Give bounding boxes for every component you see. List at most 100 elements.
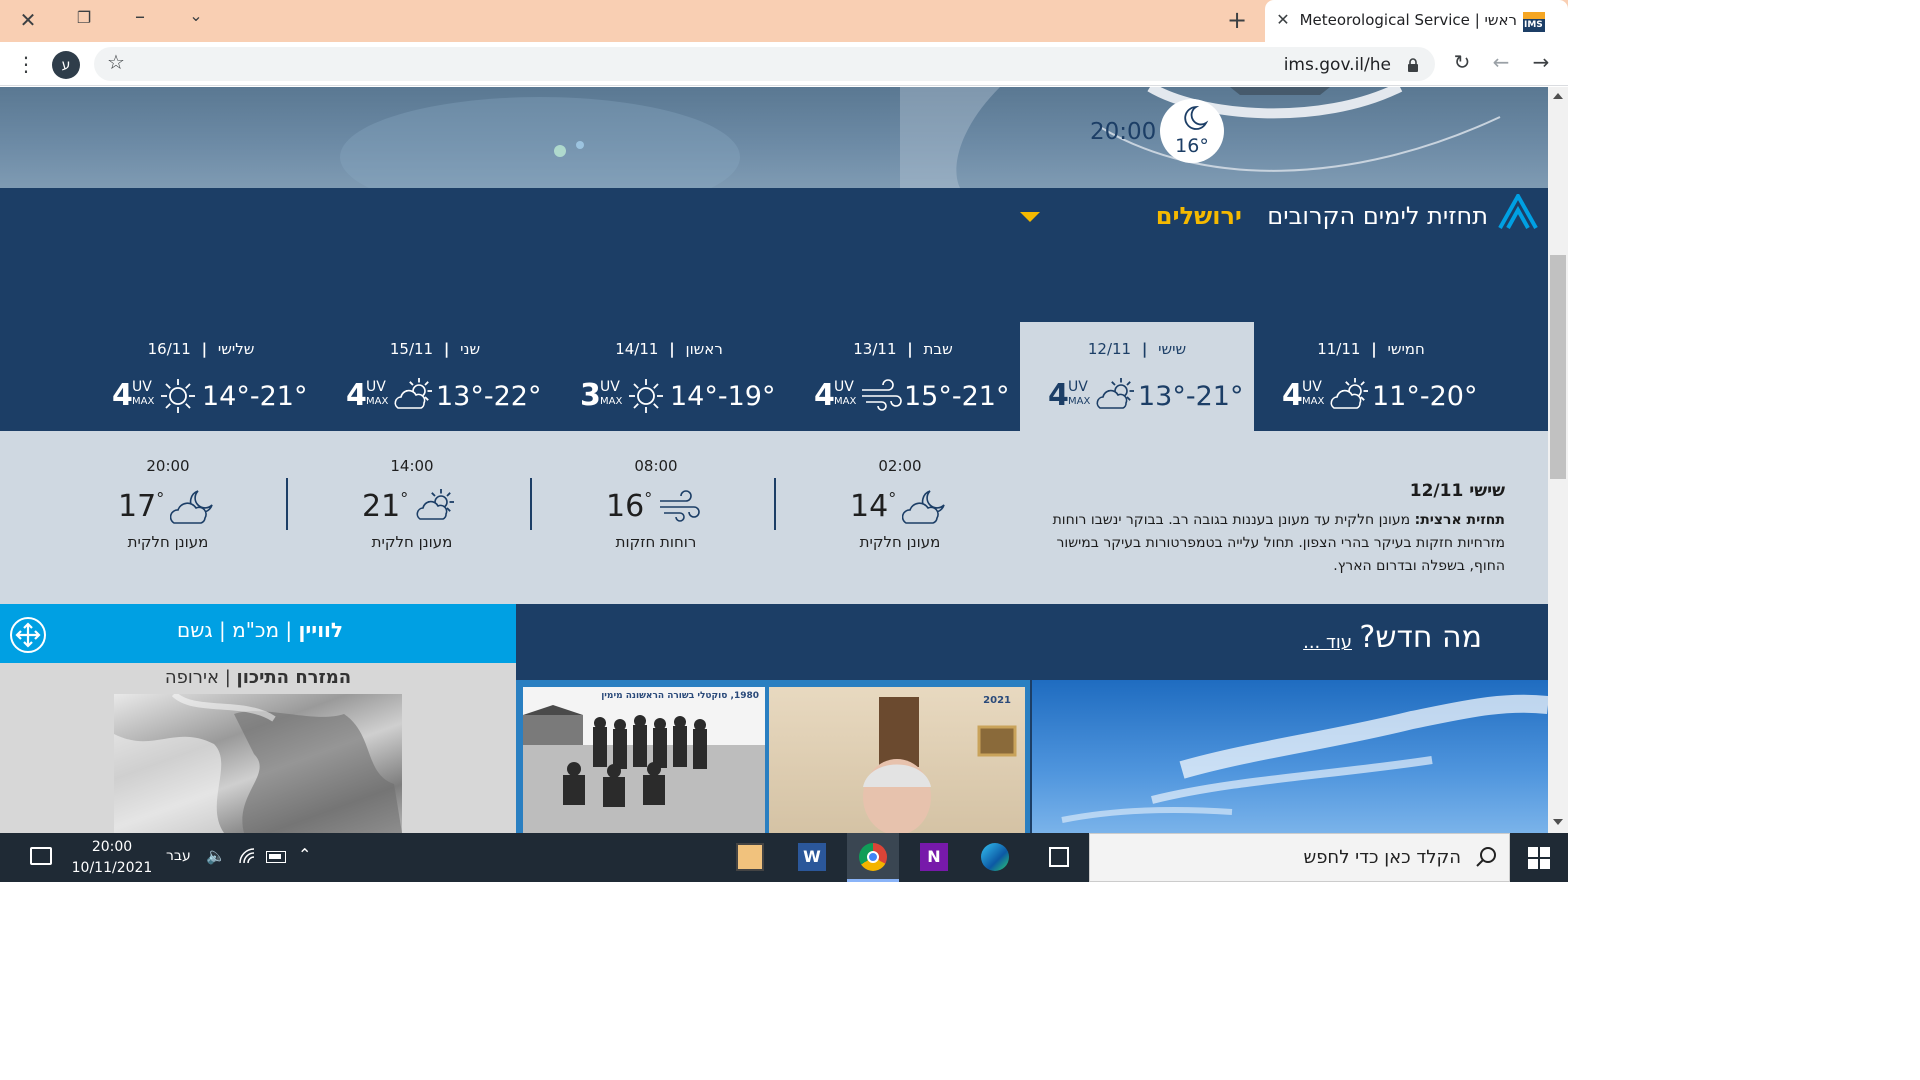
day-summary: 4 UV MAX 11°-20° bbox=[1254, 378, 1488, 418]
hour-desc: רוחות חזקות bbox=[615, 533, 697, 551]
day-header: שלישי | 16/11 bbox=[147, 340, 255, 358]
forecast-day-3[interactable]: ראשון | 14/11 3 UV MAX 14°-19° bbox=[552, 322, 786, 431]
temp-range: 13°-21° bbox=[1138, 381, 1244, 412]
bookmark-star-icon[interactable]: ☆ bbox=[102, 50, 130, 74]
forecast-day-2[interactable]: שבת | 13/11 4 UV MAX 15°-21° bbox=[786, 322, 1020, 431]
scrollbar-thumb[interactable] bbox=[1550, 255, 1566, 479]
news-section: מה חדש? עוד ... 1980, סוקטלי בשורה הראשו… bbox=[516, 604, 1548, 833]
tray-chevron-icon[interactable]: ⌃ bbox=[298, 845, 311, 864]
day-summary: 4 UV MAX 15°-21° bbox=[786, 378, 1020, 418]
partly-cloudy-icon bbox=[1094, 376, 1138, 416]
close-window-icon[interactable]: ✕ bbox=[14, 8, 42, 32]
taskbar-app-chrome-icon[interactable] bbox=[847, 833, 899, 882]
tab-radar[interactable]: מכ"מ bbox=[232, 618, 279, 642]
radar-tabs: לוויין | מכ"מ | גשם bbox=[176, 618, 344, 642]
hour-slot-1: 08:00 16° רוחות חזקות bbox=[534, 431, 778, 604]
sky-photo[interactable] bbox=[1032, 680, 1548, 833]
profile-avatar[interactable]: ע bbox=[52, 51, 80, 79]
task-view-icon[interactable] bbox=[1049, 847, 1069, 867]
taskbar-app-edge-icon[interactable] bbox=[981, 843, 1009, 871]
menu-kebab-icon[interactable]: ⋮ bbox=[14, 52, 38, 76]
scroll-down-icon[interactable] bbox=[1553, 819, 1563, 825]
forward-arrow-icon[interactable]: → bbox=[1529, 50, 1553, 74]
hour-temp: 14° bbox=[850, 489, 897, 524]
hour-temp: 16° bbox=[606, 489, 653, 524]
region-europe[interactable]: אירופה bbox=[165, 667, 219, 688]
hour-divider bbox=[286, 478, 288, 530]
news-more-link[interactable]: עוד ... bbox=[1296, 632, 1352, 653]
back-arrow-icon[interactable]: ← bbox=[1489, 50, 1513, 74]
day-header: ראשון | 14/11 bbox=[615, 340, 723, 358]
region-middle-east[interactable]: המזרח התיכון bbox=[237, 667, 352, 688]
hero-time: 20:00 bbox=[1090, 119, 1157, 145]
tab-satellite[interactable]: לוויין bbox=[299, 618, 343, 642]
cloud-moon-icon bbox=[170, 487, 216, 529]
hero-weather-badge: 16° bbox=[1160, 99, 1224, 163]
news-card-photos[interactable]: 1980, סוקטלי בשורה הראשונה מימין 2021 bbox=[516, 680, 1030, 833]
page-scrollbar[interactable] bbox=[1548, 87, 1568, 833]
uv-max-label: MAX bbox=[1068, 396, 1091, 407]
forecast-day-4[interactable]: שני | 15/11 4 UV MAX 13°-22° bbox=[318, 322, 552, 431]
day-name: חמישי bbox=[1387, 340, 1425, 358]
hour-divider bbox=[530, 478, 532, 530]
wifi-icon[interactable] bbox=[238, 847, 258, 865]
reload-icon[interactable]: ↻ bbox=[1450, 50, 1474, 74]
partly-cloudy-icon bbox=[392, 376, 436, 416]
scroll-up-icon[interactable] bbox=[1553, 93, 1563, 99]
taskbar-app-photos-icon[interactable] bbox=[736, 843, 764, 871]
windows-start-icon[interactable] bbox=[1528, 847, 1550, 869]
web-page: 20:00 16° תחזית לימים הקרובים ירושלים חמ… bbox=[0, 87, 1548, 833]
restore-window-icon[interactable]: ❐ bbox=[70, 8, 98, 27]
url-text[interactable]: ims.gov.il/he bbox=[1284, 55, 1391, 75]
partly-cloudy-icon bbox=[1328, 376, 1372, 416]
hour-desc: מעונן חלקית bbox=[371, 533, 453, 551]
language-indicator[interactable]: עבר bbox=[166, 848, 191, 864]
hour-divider bbox=[774, 478, 776, 530]
hour-slot-2: 14:00 21° מעונן חלקית bbox=[290, 431, 534, 604]
forecast-day-0[interactable]: חמישי | 11/11 4 UV MAX 11°-20° bbox=[1254, 322, 1488, 431]
temp-range: 15°-21° bbox=[904, 381, 1010, 412]
taskbar-search[interactable]: הקלד כאן כדי לחפש bbox=[1089, 833, 1510, 882]
close-tab-icon[interactable]: ✕ bbox=[1273, 10, 1293, 29]
forecast-section: תחזית לימים הקרובים ירושלים חמישי | 11/1… bbox=[0, 188, 1548, 431]
city-name[interactable]: ירושלים bbox=[1156, 202, 1242, 230]
windows-taskbar: 20:00 10/11/2021 עבר 🔈 ⌃ W N הקלד כאן כד… bbox=[0, 833, 1568, 882]
notification-icon[interactable] bbox=[30, 847, 52, 865]
uv-value: 4 bbox=[1048, 378, 1069, 413]
wind-icon bbox=[860, 376, 904, 416]
taskbar-app-onenote-icon[interactable]: N bbox=[920, 843, 948, 871]
tab-title: ראשי | Israel Meteorological Service bbox=[1297, 11, 1517, 29]
forecast-day-1[interactable]: שישי | 12/11 4 UV MAX 13°-21° bbox=[1020, 322, 1254, 431]
day-name: שישי bbox=[1158, 340, 1187, 358]
hour-temp: 17° bbox=[118, 489, 165, 524]
detail-heading: שישי 12/11 bbox=[1409, 481, 1505, 501]
tab-rain[interactable]: גשם bbox=[177, 618, 213, 642]
uv-label: UV bbox=[834, 379, 854, 395]
forecast-day-5[interactable]: שלישי | 16/11 4 UV MAX 14°-21° bbox=[84, 322, 318, 431]
minimize-window-icon[interactable]: – bbox=[126, 4, 154, 28]
ims-favicon: IMS bbox=[1523, 12, 1545, 32]
lock-icon[interactable] bbox=[1407, 58, 1419, 72]
sun-icon bbox=[626, 376, 666, 416]
recent-photo: 2021 bbox=[769, 687, 1025, 833]
city-select[interactable]: ירושלים bbox=[1020, 202, 1242, 234]
city-dropdown-icon[interactable] bbox=[1020, 212, 1040, 222]
satellite-image[interactable] bbox=[114, 694, 402, 833]
search-placeholder: הקלד כאן כדי לחפש bbox=[1303, 847, 1461, 868]
browser-tab-active[interactable]: ✕ ראשי | Israel Meteorological Service I… bbox=[1265, 0, 1568, 42]
hour-slot-3: 20:00 17° מעונן חלקית bbox=[46, 431, 290, 604]
hour-time: 14:00 bbox=[390, 457, 434, 475]
uv-value: 4 bbox=[346, 378, 367, 413]
search-icon[interactable] bbox=[1475, 846, 1497, 868]
expand-move-icon[interactable] bbox=[10, 617, 46, 653]
tab-search-chevron-icon[interactable]: ⌄ bbox=[182, 6, 210, 25]
taskbar-app-word-icon[interactable]: W bbox=[798, 843, 826, 871]
new-tab-button[interactable]: + bbox=[1223, 6, 1251, 34]
battery-icon[interactable] bbox=[266, 851, 286, 863]
clock-date: 10/11/2021 bbox=[71, 860, 153, 876]
volume-icon[interactable]: 🔈 bbox=[206, 846, 226, 865]
address-bar[interactable]: ☆ ims.gov.il/he bbox=[94, 47, 1435, 81]
clock[interactable]: 20:00 10/11/2021 bbox=[70, 837, 154, 879]
moon-icon bbox=[1184, 106, 1209, 130]
day-summary: 3 UV MAX 14°-19° bbox=[552, 378, 786, 418]
